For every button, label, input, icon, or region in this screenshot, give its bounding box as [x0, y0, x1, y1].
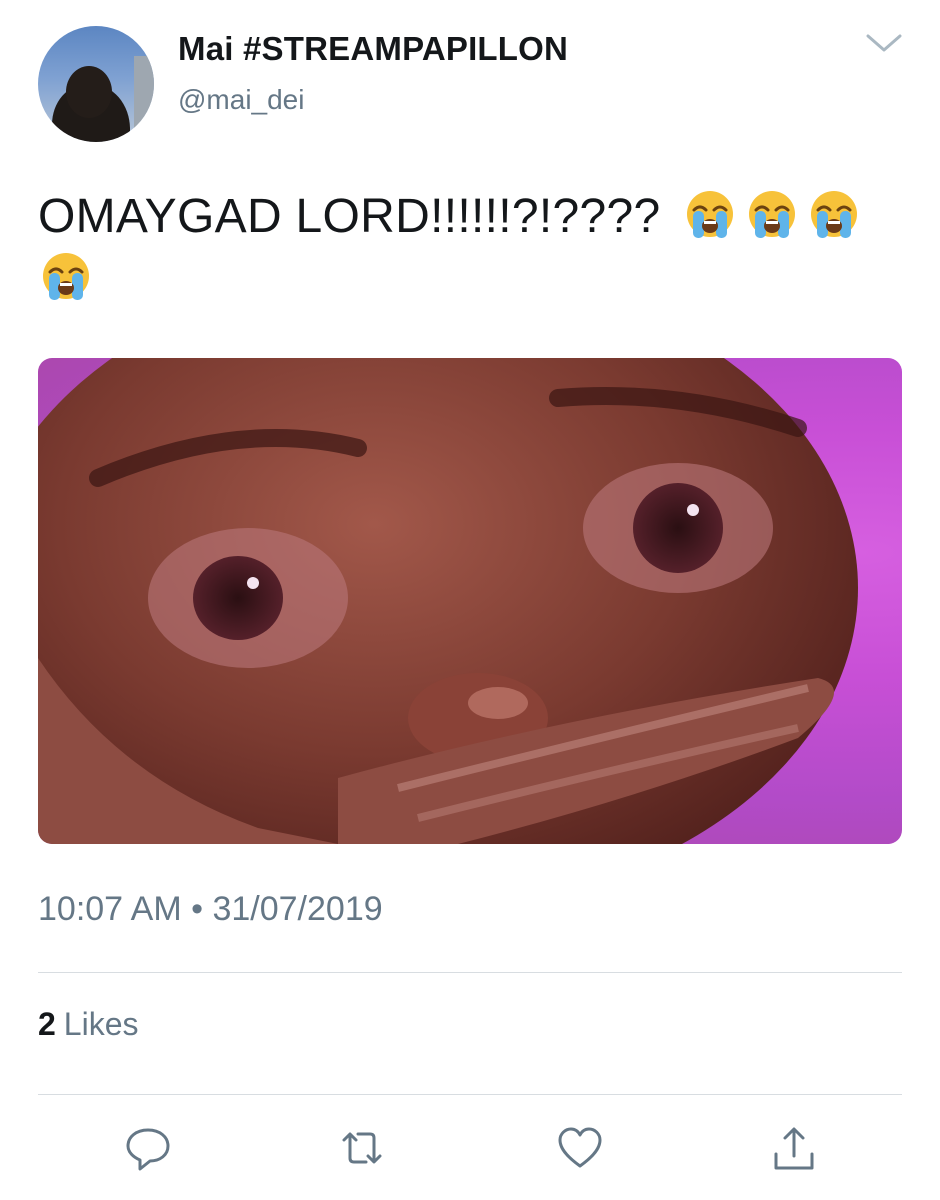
divider — [38, 1094, 902, 1095]
likes-label: Likes — [63, 1006, 139, 1042]
heart-icon[interactable] — [556, 1124, 604, 1172]
display-name[interactable]: Mai #STREAMPAPILLON — [178, 30, 568, 68]
avatar[interactable] — [38, 26, 154, 142]
retweet-icon[interactable] — [338, 1124, 386, 1172]
tweet-time: 10:07 AM — [38, 890, 182, 928]
timestamp-separator: • — [191, 890, 204, 928]
divider — [38, 972, 902, 973]
user-handle[interactable]: @mai_dei — [178, 84, 304, 116]
chevron-down-icon[interactable] — [864, 28, 904, 58]
tweet-body: OMAYGAD LORD!!!!!!?!???? — [38, 190, 661, 243]
crying-face-photo — [38, 358, 858, 844]
loudly-crying-face-icon — [43, 253, 89, 300]
likes-number: 2 — [38, 1006, 56, 1042]
tweet-timestamp[interactable]: 10:07 AM • 31/07/2019 — [38, 890, 383, 929]
share-icon[interactable] — [770, 1124, 818, 1172]
reply-icon[interactable] — [124, 1124, 172, 1172]
loudly-crying-face-icon — [687, 191, 734, 238]
tweet-text: OMAYGAD LORD!!!!!!?!???? — [38, 186, 908, 310]
tweet-detail: Mai #STREAMPAPILLON @mai_dei OMAYGAD LOR… — [0, 0, 940, 1200]
tweet-media-image[interactable] — [38, 358, 902, 844]
avatar-background — [134, 56, 154, 142]
loudly-crying-face-icon — [749, 191, 796, 238]
likes-count[interactable]: 2 Likes — [38, 1006, 139, 1043]
tweet-date: 31/07/2019 — [212, 890, 383, 928]
loudly-crying-face-icon — [811, 191, 858, 238]
emoji-line — [30, 248, 908, 310]
avatar-head — [66, 66, 112, 118]
